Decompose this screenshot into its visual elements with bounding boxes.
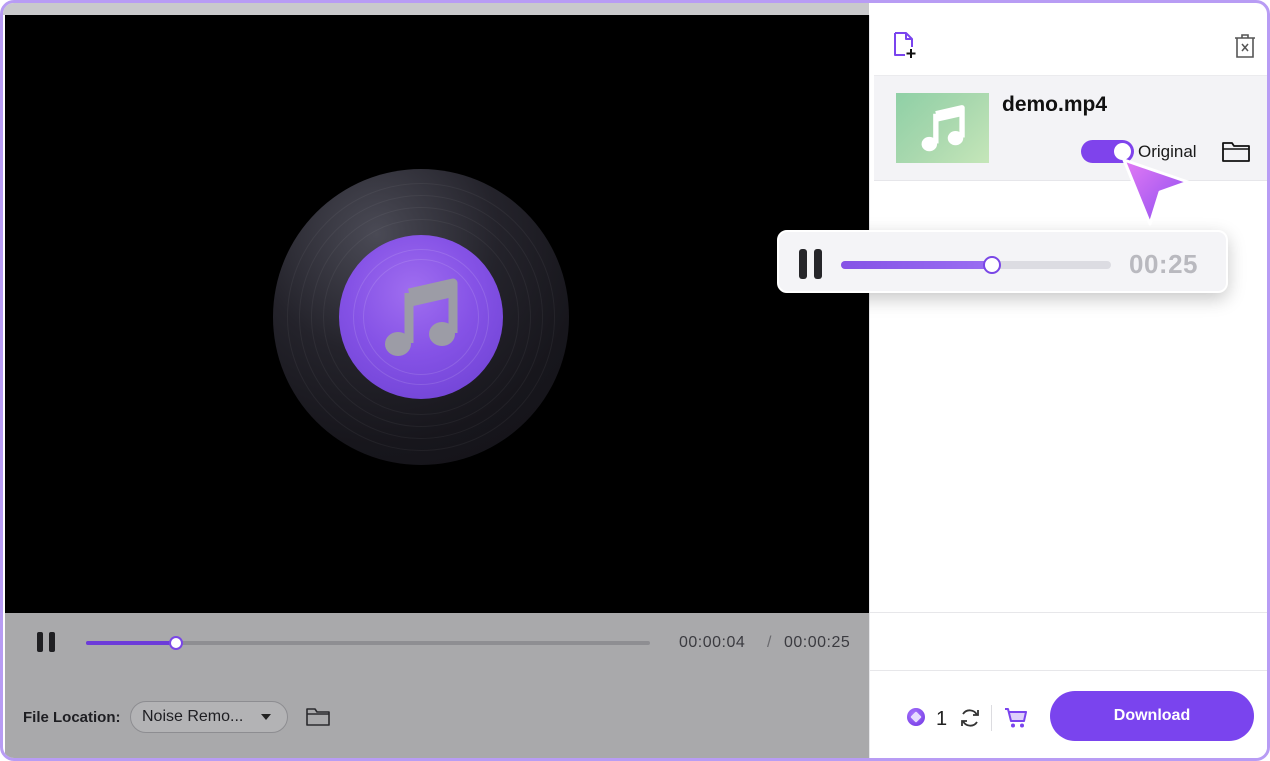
file-name: demo.mp4 bbox=[1002, 93, 1108, 116]
download-button[interactable]: Download bbox=[1050, 691, 1254, 741]
player-controls: 00:00:04 / 00:00:25 bbox=[5, 613, 869, 671]
credit-icon bbox=[907, 708, 925, 726]
trash-icon[interactable] bbox=[1234, 33, 1256, 59]
file-location-select[interactable]: Noise Remo... bbox=[130, 701, 288, 733]
mini-player: 00:25 bbox=[777, 230, 1228, 293]
file-list-panel: demo.mp4 Original 1 Download bbox=[869, 15, 1267, 758]
seek-bar[interactable] bbox=[86, 636, 650, 650]
file-location-label: File Location: bbox=[23, 709, 121, 726]
file-location-value: Noise Remo... bbox=[142, 708, 244, 725]
file-list-item[interactable]: demo.mp4 Original bbox=[874, 75, 1267, 181]
pause-icon[interactable] bbox=[35, 631, 57, 653]
vinyl-label bbox=[339, 235, 503, 399]
mini-seek-bar[interactable] bbox=[841, 256, 1111, 274]
cart-icon[interactable] bbox=[1004, 707, 1028, 729]
video-preview[interactable] bbox=[5, 15, 869, 613]
mini-seek-fill bbox=[841, 261, 993, 269]
seek-bar-handle[interactable] bbox=[169, 636, 184, 650]
pause-icon[interactable] bbox=[799, 249, 825, 279]
seek-bar-fill bbox=[86, 641, 177, 645]
file-thumbnail bbox=[896, 93, 989, 163]
bottom-separator bbox=[991, 705, 992, 731]
add-file-icon[interactable] bbox=[892, 31, 918, 59]
file-location-bar: File Location: Noise Remo... bbox=[5, 671, 869, 758]
panel-divider bbox=[870, 612, 1267, 613]
vinyl-disc bbox=[273, 169, 569, 465]
window-top-strip bbox=[3, 3, 869, 15]
pointer-cursor-icon bbox=[1122, 158, 1190, 226]
app-window: 00:00:04 / 00:00:25 File Location: Noise… bbox=[0, 0, 1270, 761]
panel-divider bbox=[870, 670, 1267, 671]
folder-icon[interactable] bbox=[305, 705, 331, 727]
folder-icon[interactable] bbox=[1221, 139, 1251, 163]
time-separator: / bbox=[767, 634, 772, 651]
credit-count: 1 bbox=[936, 708, 948, 730]
mini-seek-handle[interactable] bbox=[983, 256, 1002, 274]
refresh-icon[interactable] bbox=[959, 707, 981, 729]
current-time: 00:00:04 bbox=[679, 634, 746, 651]
mini-player-time: 00:25 bbox=[1129, 249, 1198, 279]
music-note-icon bbox=[921, 105, 965, 152]
total-time: 00:00:25 bbox=[784, 634, 851, 651]
chevron-down-icon bbox=[261, 714, 271, 720]
